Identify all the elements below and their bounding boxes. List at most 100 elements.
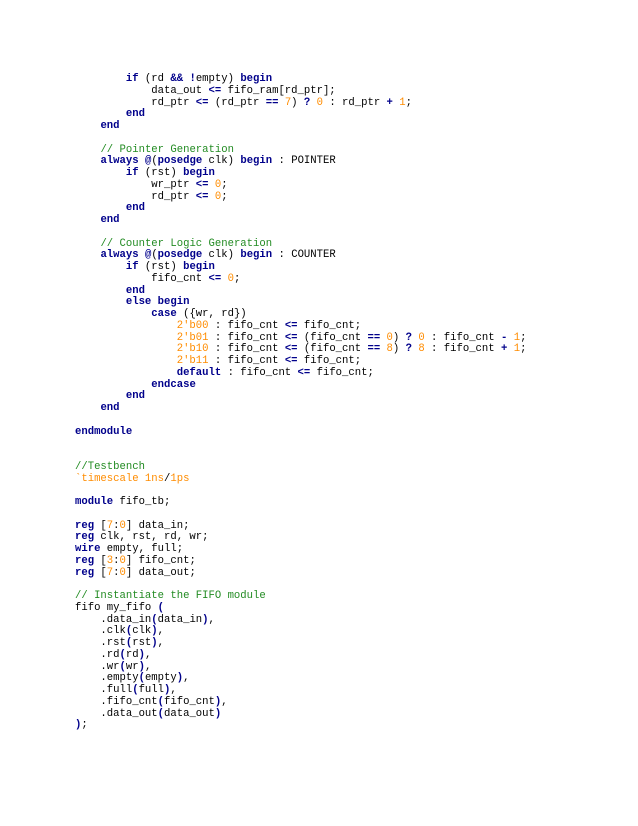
code-plain-text: .data_out [75,707,158,720]
code-operator: == [265,96,279,109]
code-plain-text: fifo_tb; [113,496,171,508]
code-plain-text [75,144,100,156]
code-line: end [75,108,526,121]
code-plain-text: ; [233,272,241,285]
code-plain-text: rst [132,637,152,649]
code-plain-text: ; [520,331,527,344]
code-plain-text: .empty [75,672,139,685]
code-plain-text: : fifo_cnt [424,343,501,356]
verilog-code-block: if (rd && !empty) begin data_out <= fifo… [75,73,527,732]
code-keyword: always [100,155,139,168]
code-plain-text: , [144,648,152,661]
code-plain-text: rd_ptr [75,190,196,203]
code-plain-text [75,249,100,261]
code-keyword: end [100,120,120,132]
code-literal: 1ps [170,472,190,485]
code-plain-text: empty, full; [100,543,184,555]
code-keyword: end [125,108,145,121]
code-plain-text: (rst) [138,167,184,179]
code-operator: <= [297,366,311,379]
code-plain-text: [ [94,554,107,567]
code-keyword: if [125,261,139,273]
code-plain-text: clk [132,625,152,638]
code-plain-text [75,120,100,132]
code-plain-text [75,73,126,85]
code-line: end [75,202,526,215]
code-plain-text [75,167,126,179]
code-keyword: begin [240,249,273,262]
code-plain-text: : POINTER [272,155,336,168]
code-plain-text [75,320,177,332]
code-literal: 2'b10 [176,343,209,356]
code-keyword: wire [75,543,101,555]
code-plain-text: fifo_cnt [75,272,209,285]
code-plain-text: ( [138,73,152,85]
code-operator: ( [157,601,165,614]
code-plain-text: ) [291,96,304,109]
code-plain-text: , [208,613,215,626]
code-plain-text: rd [125,648,139,661]
code-line: `timescale 1ns/1ps [75,472,526,486]
code-plain-text [75,108,126,120]
code-plain-text [75,261,126,273]
code-plain-text: ; [221,178,228,191]
code-plain-text: , [221,695,228,708]
code-plain-text: .rst [75,637,126,649]
code-keyword: posedge [157,249,203,262]
code-operator: <= [195,178,209,191]
code-plain-text: wr [125,660,139,673]
code-plain-text: , [183,672,190,685]
code-plain-text: (fifo_cnt [297,343,368,356]
code-plain-text: (rst) [138,261,184,273]
code-plain-text [75,332,177,344]
document-page: if (rd && !empty) begin data_out <= fifo… [0,0,638,826]
code-plain-text [75,379,151,391]
code-comment: // Counter Logic Generation [100,237,273,250]
code-keyword: end [100,402,120,414]
code-operator: <= [195,96,209,109]
code-keyword: end [100,214,120,226]
code-keyword: begin [240,73,273,85]
code-plain-text: ; [221,190,228,203]
code-plain-text: : fifo_cnt [208,343,285,356]
code-operator: <= [208,84,222,97]
code-plain-text: rd [151,73,171,85]
code-line: .data_out(data_out) [75,707,526,721]
code-keyword: module [75,496,114,508]
code-plain-text: empty) [195,73,241,85]
code-keyword: endmodule [75,425,133,438]
code-plain-text: : fifo_cnt [208,319,285,332]
code-plain-text: ] fifo_cnt; [125,554,196,567]
code-plain-text [75,367,177,379]
code-keyword: end [125,390,145,403]
code-plain-text: ] data_in; [125,519,190,532]
code-plain-text: ] data_out; [125,566,196,579]
code-plain-text: .wr [75,660,120,673]
code-plain-text: ; [405,96,412,109]
code-literal: `timescale 1ns [75,472,165,485]
code-plain-text: ) [392,331,406,344]
code-plain-text [75,355,177,367]
code-plain-text: ; [81,719,88,732]
code-line: end [75,402,526,415]
code-keyword: begin [157,296,190,309]
code-plain-text: .clk [75,625,126,638]
code-keyword: if [125,167,139,179]
code-plain-text: , [144,660,152,673]
code-plain-text: data_out [164,707,215,720]
code-keyword: begin [240,155,273,168]
code-plain-text: : rd_ptr [322,96,387,109]
code-plain-text: ; [520,343,527,356]
code-plain-text: .full [75,684,133,696]
code-plain-text: .fifo_cnt [75,695,158,708]
code-plain-text: clk) [202,249,241,262]
code-line: end [75,390,526,403]
code-keyword: endcase [151,378,196,391]
code-operator: <= [195,190,209,203]
code-plain-text: data_in [157,613,203,626]
code-plain-text: ) [392,343,406,356]
code-comment: // Pointer Generation [100,143,234,156]
code-keyword: reg [75,519,95,532]
